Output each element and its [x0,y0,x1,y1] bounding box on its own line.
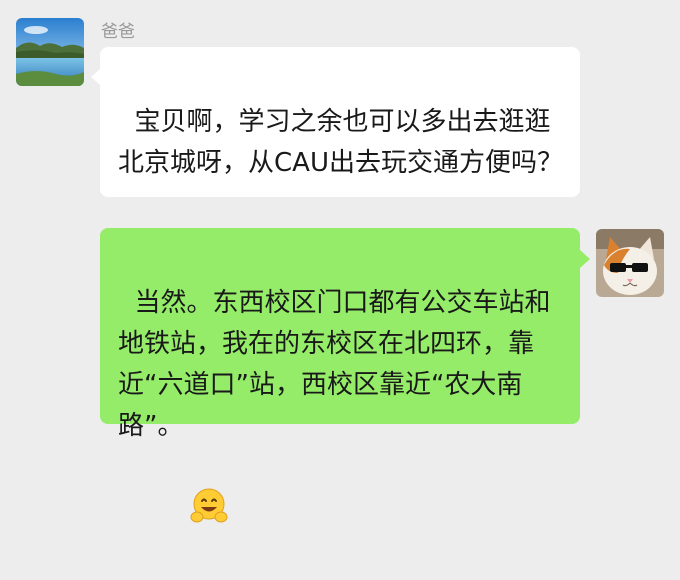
incoming-message-bubble[interactable]: 宝贝啊，学习之余也可以多出去逛逛北京城呀，从CAU出去玩交通方便吗？ [100,47,580,197]
hugging-face-emoji-icon [189,404,229,522]
my-avatar[interactable] [596,229,664,297]
incoming-message-text: 宝贝啊，学习之余也可以多出去逛逛北京城呀，从CAU出去玩交通方便吗？ [118,107,563,178]
outgoing-bubble-tail [580,250,590,268]
outgoing-message-text: 当然。东西校区门口都有公交车站和地铁站，我在的东校区在北四环，靠近“六道口”站，… [118,288,551,441]
sender-name: 爸爸 [101,22,135,42]
landscape-avatar-icon [16,18,84,86]
sender-avatar[interactable] [16,18,84,86]
cat-with-sunglasses-avatar-icon [596,229,664,297]
outgoing-message-bubble[interactable]: 当然。东西校区门口都有公交车站和地铁站，我在的东校区在北四环，靠近“六道口”站，… [100,228,580,522]
